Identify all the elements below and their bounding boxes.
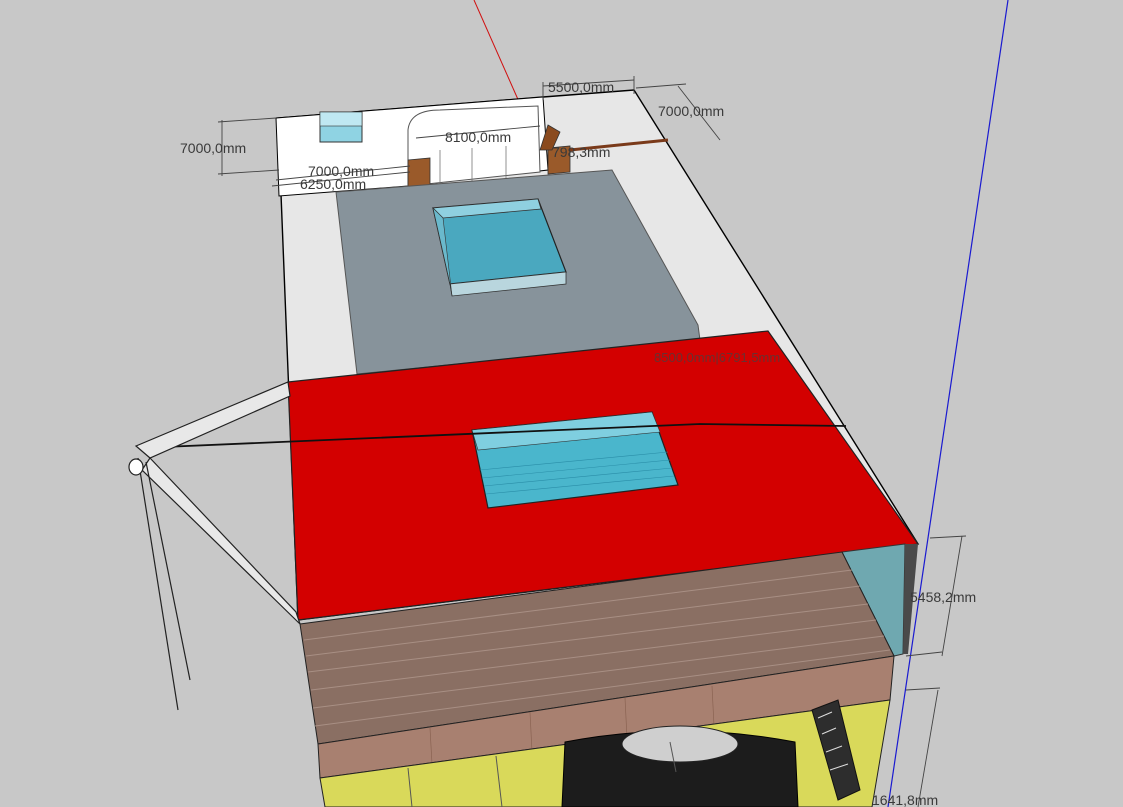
blue-axis <box>887 0 1009 807</box>
dim-top-right-depth: 7000,0mm <box>658 103 724 119</box>
dim-small-right: 798,3mm <box>552 144 610 160</box>
dim-left-lower-b: 6250,0mm <box>300 176 366 192</box>
dim-side-height: 5458,2mm <box>910 589 976 605</box>
dim-left-depth: 7000,0mm <box>180 140 246 156</box>
dim-top-width: 5500,0mm <box>548 79 614 95</box>
side-frame <box>128 381 301 711</box>
dim-inner-width: 8100,0mm <box>445 129 511 145</box>
3d-model-viewport[interactable]: 5500,0mm 7000,0mm 7000,0mm 8100,0mm 7000… <box>0 0 1123 807</box>
dim-mid-label: 8500,0mm|6791,5mm <box>654 350 780 365</box>
dim-bottom-height: 1641,8mm <box>872 792 938 807</box>
model-scene[interactable]: 5500,0mm 7000,0mm 7000,0mm 8100,0mm 7000… <box>0 0 1123 807</box>
red-axis <box>473 0 521 105</box>
